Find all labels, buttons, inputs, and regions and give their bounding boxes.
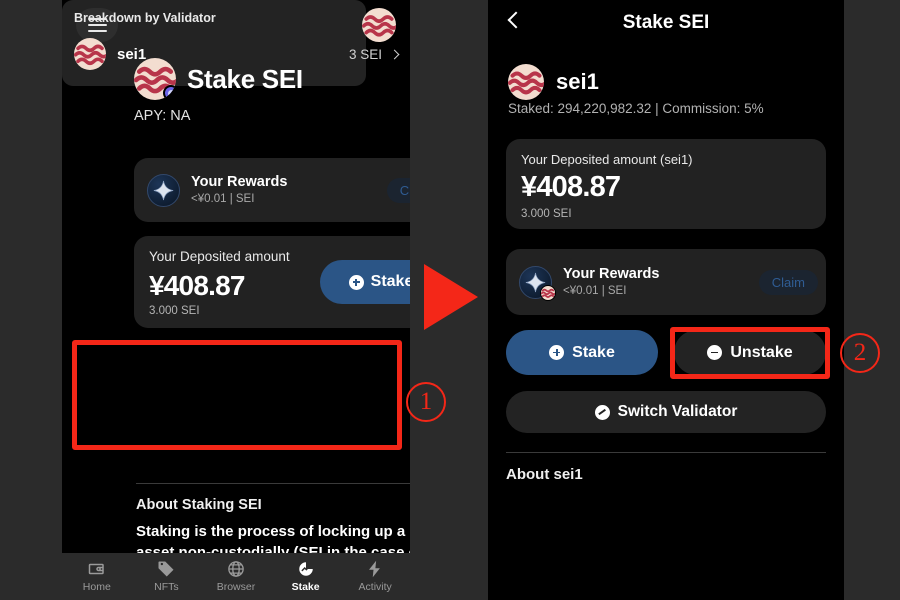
chevron-right-icon <box>389 49 400 59</box>
right-phone-screen: Stake SEI sei1 Staked: 294,220,982.32 | … <box>488 0 844 600</box>
nav-label: Home <box>82 581 111 593</box>
apy-label: APY: NA <box>134 108 191 124</box>
rewards-title: Your Rewards <box>563 265 660 282</box>
rewards-subtitle: <¥0.01 | SEI <box>563 284 627 297</box>
divider <box>136 483 410 484</box>
switch-icon <box>594 404 610 420</box>
wallet-icon <box>88 563 104 575</box>
nav-item-home[interactable]: Home <box>62 560 132 593</box>
tag-icon <box>158 561 174 577</box>
validator-row[interactable]: sei1 3 SEI <box>74 38 400 70</box>
deposited-amount-card: Your Deposited amount (sei1) ¥408.87 3.0… <box>506 139 826 229</box>
validator-stats: Staked: 294,220,982.32 | Commission: 5% <box>508 101 764 116</box>
nav-label: Activity <box>358 581 392 593</box>
stake-button-label: Stake <box>572 343 615 361</box>
divider <box>506 452 826 453</box>
verified-badge-icon <box>163 85 176 100</box>
plus-icon <box>549 345 565 360</box>
deposited-sei: 3.000 SEI <box>521 208 572 220</box>
validator-name: sei1 <box>117 45 147 63</box>
deposited-label: Your Deposited amount <box>149 249 290 264</box>
nav-item-nfts[interactable]: NFTs <box>132 560 202 593</box>
action-button-row: Stake Unstake <box>506 330 826 375</box>
nav-label: NFTs <box>154 581 179 593</box>
switch-validator-button[interactable]: Switch Validator <box>506 391 826 433</box>
validator-header: sei1 <box>508 64 599 100</box>
sei-logo-icon <box>74 38 106 70</box>
about-staking-heading: About Staking SEI <box>136 497 262 513</box>
left-phone-screen: Stake SEI APY: NA Your Rewards <¥0.01 | … <box>62 0 410 600</box>
annotation-marker-1: 1 <box>406 382 446 422</box>
rewards-title: Your Rewards <box>191 173 288 190</box>
annotation-marker-2: 2 <box>840 333 880 373</box>
rewards-subtitle: <¥0.01 | SEI <box>191 192 255 205</box>
nav-label: Stake <box>291 581 320 593</box>
rewards-diamond-icon <box>147 173 180 207</box>
chart-icon <box>298 562 313 576</box>
nav-item-stake[interactable]: Stake <box>271 560 341 593</box>
deposited-amount: ¥408.87 <box>521 171 621 203</box>
about-validator-heading: About sei1 <box>506 466 583 483</box>
sei-logo-icon[interactable] <box>362 8 396 42</box>
rewards-card: Your Rewards <¥0.01 | SEI Claim <box>506 249 826 315</box>
minus-icon <box>707 345 723 360</box>
nav-item-browser[interactable]: Browser <box>201 560 271 593</box>
plus-icon <box>348 274 364 290</box>
globe-icon <box>228 561 244 577</box>
deposited-amount: ¥408.87 <box>149 270 245 301</box>
switch-validator-label: Switch Validator <box>617 403 738 420</box>
sei-logo-icon <box>540 284 556 301</box>
validator-breakdown-title: Breakdown by Validator <box>74 11 216 25</box>
claim-button[interactable]: Claim <box>386 177 410 203</box>
sei-logo-icon <box>508 64 544 100</box>
stake-button-label: Stake <box>370 273 410 290</box>
nav-label: Browser <box>216 581 256 593</box>
nav-item-activity[interactable]: Activity <box>340 560 410 593</box>
rewards-card: Your Rewards <¥0.01 | SEI Claim <box>134 158 410 222</box>
deposited-amount-card: Your Deposited amount ¥408.87 3.000 SEI … <box>134 236 410 328</box>
bolt-icon <box>369 560 381 578</box>
validator-amount: 3 SEI <box>348 46 382 62</box>
right-arrow-icon <box>424 264 478 330</box>
stake-button[interactable]: Stake <box>320 260 410 304</box>
validator-name: sei1 <box>556 69 599 94</box>
unstake-button[interactable]: Unstake <box>674 330 826 375</box>
stake-button[interactable]: Stake <box>506 330 658 375</box>
claim-button[interactable]: Claim <box>758 269 818 295</box>
rewards-diamond-icon <box>519 265 556 301</box>
page-title: Stake SEI <box>622 12 710 33</box>
unstake-button-label: Unstake <box>730 343 793 361</box>
bottom-nav-bar: Home NFTs Browser Stake Activity <box>62 553 410 600</box>
deposited-label: Your Deposited amount (sei1) <box>521 152 693 167</box>
deposited-sei: 3.000 SEI <box>149 305 200 317</box>
